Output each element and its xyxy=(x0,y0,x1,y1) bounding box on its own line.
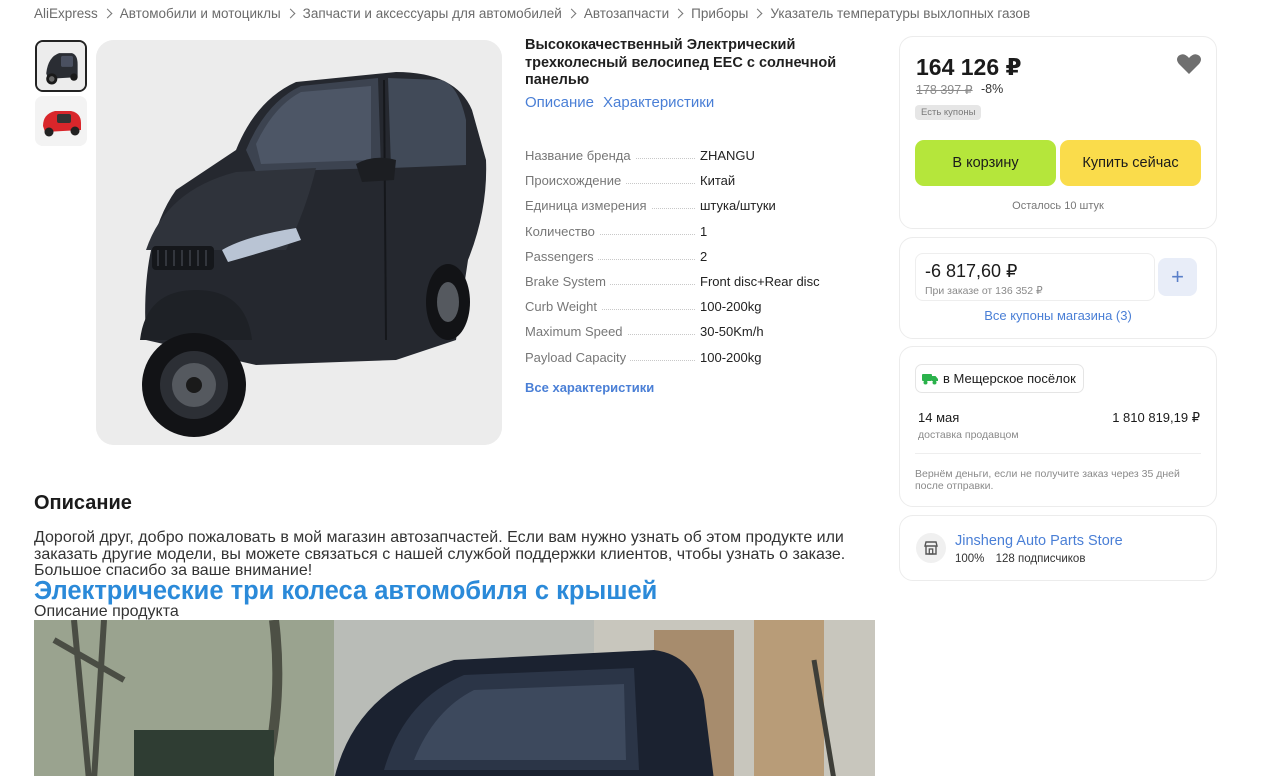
description-photo xyxy=(34,620,875,776)
thumbnail-black-vehicle[interactable] xyxy=(35,40,87,92)
description-text: Дорогой друг, добро пожаловать в мой маг… xyxy=(34,529,846,579)
coupon-card: -6 817,60 ₽ При заказе от 136 352 ₽ + Вс… xyxy=(899,237,1217,339)
spec-value: 1 xyxy=(700,223,708,239)
spec-value: Front disc+Rear disc xyxy=(700,274,820,290)
price-card: 164 126 ₽ 178 397 ₽ -8% Есть купоны В ко… xyxy=(899,36,1217,229)
breadcrumb-item-instruments[interactable]: Приборы xyxy=(691,6,748,21)
spec-value: 100-200kg xyxy=(700,349,762,365)
spec-row: Curb Weight 100-200kg xyxy=(525,294,855,319)
spec-key: Название бренда xyxy=(525,148,635,164)
spec-value: 100-200kg xyxy=(700,299,762,315)
breadcrumb-item-auto-parts[interactable]: Автозапчасти xyxy=(584,6,669,21)
chevron-right-icon xyxy=(285,8,296,18)
delivery-location-label: в Мещерское посёлок xyxy=(943,371,1076,386)
delivery-card: в Мещерское посёлок 14 мая 1 810 819,19 … xyxy=(899,346,1217,507)
add-to-cart-button[interactable]: В корзину xyxy=(915,140,1056,186)
store-icon xyxy=(916,533,946,563)
coupon-amount: -6 817,60 ₽ xyxy=(925,261,1018,281)
delivery-method: доставка продавцом xyxy=(918,429,1019,441)
discount-percent: -8% xyxy=(981,82,1004,96)
delivery-location-button[interactable]: в Мещерское посёлок xyxy=(915,364,1084,393)
spec-key: Единица измерения xyxy=(525,198,651,214)
spec-row: Происхождение Китай xyxy=(525,168,855,193)
spec-row: Maximum Speed 30-50Km/h xyxy=(525,319,855,344)
chevron-right-icon xyxy=(752,8,763,18)
spec-value: 2 xyxy=(700,248,708,264)
spec-row: Название бренда ZHANGU xyxy=(525,143,855,168)
all-coupons-link[interactable]: Все купоны магазина (3) xyxy=(900,308,1216,323)
buy-now-button[interactable]: Купить сейчас xyxy=(1060,140,1201,186)
stock-remaining: Осталось 10 штук xyxy=(1012,200,1104,212)
coupons-badge: Есть купоны xyxy=(915,105,982,120)
chevron-right-icon xyxy=(566,8,577,18)
chevron-right-icon xyxy=(102,8,113,18)
breadcrumb-item-egt-gauge[interactable]: Указатель температуры выхлопных газов xyxy=(770,6,1030,21)
spec-key: Происхождение xyxy=(525,173,626,189)
spec-key: Passengers xyxy=(525,248,598,264)
spec-value: 30-50Km/h xyxy=(700,324,764,340)
store-card: Jinsheng Auto Parts Store 100% 128 подпи… xyxy=(899,515,1217,581)
spec-row: Payload Capacity 100-200kg xyxy=(525,345,855,370)
description-title: Электрические три колеса автомобиля с кр… xyxy=(34,577,658,605)
spec-row: Количество 1 xyxy=(525,219,855,244)
spec-key: Количество xyxy=(525,223,599,239)
current-price: 164 126 ₽ xyxy=(916,54,1022,80)
all-specs-link[interactable]: Все характеристики xyxy=(525,380,654,395)
spec-row: Passengers 2 xyxy=(525,244,855,269)
breadcrumb-item-aliexpress[interactable]: AliExpress xyxy=(34,6,98,21)
thumbnail-red-vehicle[interactable] xyxy=(35,96,87,146)
spec-row: Единица измерения штука/штуки xyxy=(525,193,855,218)
store-rating: 100% xyxy=(955,553,985,565)
heart-icon[interactable] xyxy=(1176,53,1202,75)
breadcrumb-item-auto-moto[interactable]: Автомобили и мотоциклы xyxy=(120,6,281,21)
spec-value: ZHANGU xyxy=(700,148,755,164)
delivery-price: 1 810 819,19 ₽ xyxy=(1112,410,1200,425)
spec-key: Brake System xyxy=(525,274,610,290)
store-followers: 128 подписчиков xyxy=(995,553,1086,565)
main-product-image[interactable] xyxy=(96,40,502,445)
delivery-date: 14 мая xyxy=(918,410,960,425)
divider xyxy=(915,453,1201,454)
description-subtitle: Описание продукта xyxy=(34,603,179,620)
spec-row: Brake System Front disc+Rear disc xyxy=(525,269,855,294)
spec-key: Payload Capacity xyxy=(525,349,631,365)
store-meta: 100% 128 подписчиков xyxy=(955,553,1093,565)
spec-value: Китай xyxy=(700,173,736,189)
tab-description[interactable]: Описание xyxy=(525,94,594,111)
breadcrumb-item-parts-accessories[interactable]: Запчасти и аксессуары для автомобилей xyxy=(303,6,562,21)
specs-table: Название бренда ZHANGU Происхождение Кит… xyxy=(525,143,855,370)
spec-key: Maximum Speed xyxy=(525,324,627,340)
tab-characteristics[interactable]: Характеристики xyxy=(603,94,714,111)
breadcrumb: AliExpress Автомобили и мотоциклы Запчас… xyxy=(34,5,1030,21)
product-tabs: Описание Характеристики xyxy=(525,94,714,111)
truck-icon xyxy=(922,373,938,384)
spec-value: штука/штуки xyxy=(700,198,776,214)
refund-guarantee: Вернём деньги, если не получите заказ че… xyxy=(915,468,1180,492)
old-price: 178 397 ₽ xyxy=(916,83,973,97)
product-title: Высококачественный Электрический трехкол… xyxy=(525,37,837,88)
coupon-item: -6 817,60 ₽ При заказе от 136 352 ₽ xyxy=(915,253,1155,301)
coupon-condition: При заказе от 136 352 ₽ xyxy=(925,285,1043,297)
plus-icon[interactable]: + xyxy=(1158,258,1197,296)
description-heading: Описание xyxy=(34,492,132,514)
store-name-link[interactable]: Jinsheng Auto Parts Store xyxy=(955,533,1123,549)
spec-key: Curb Weight xyxy=(525,299,602,315)
chevron-right-icon xyxy=(673,8,684,18)
